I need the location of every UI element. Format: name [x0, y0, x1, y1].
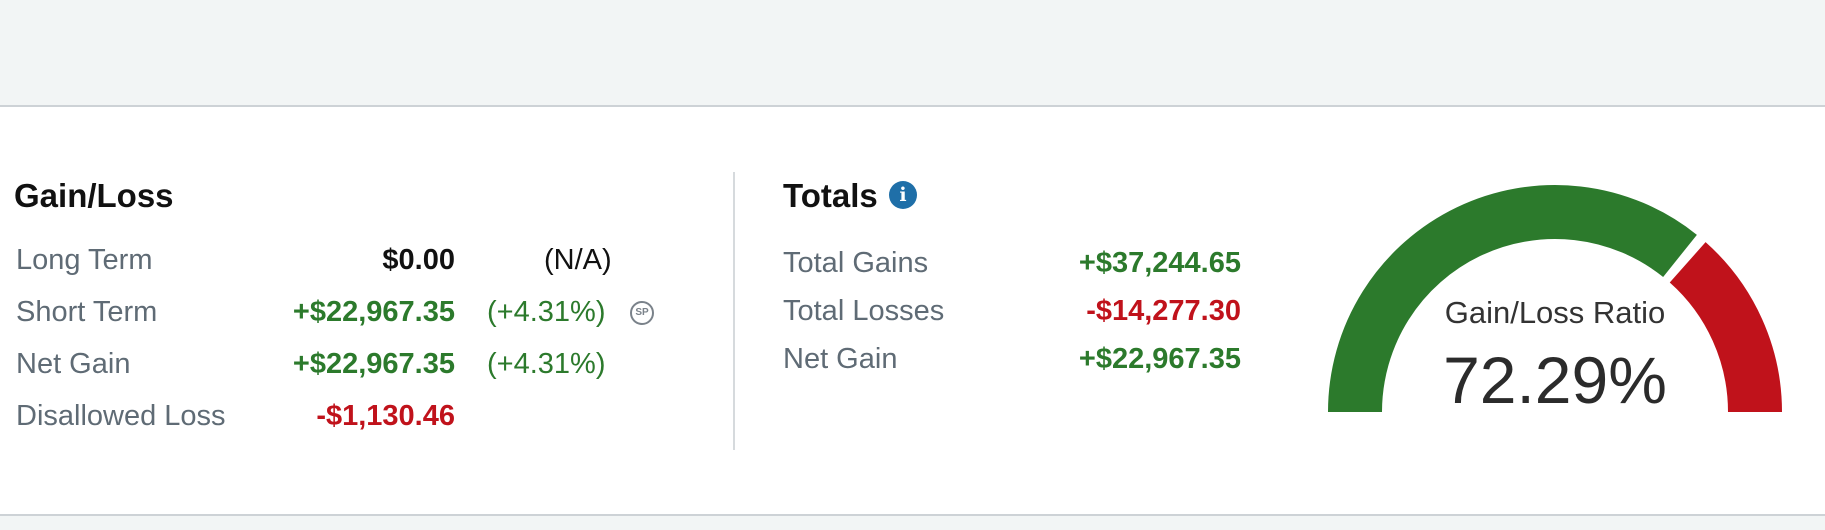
net-gain-pct: (+4.31%)	[487, 348, 606, 380]
net-gain-label: Net Gain	[16, 348, 131, 380]
long-term-value: $0.00	[382, 244, 455, 276]
long-term-pct: (N/A)	[544, 244, 612, 276]
total-gains-label: Total Gains	[783, 247, 929, 279]
gauge-label: Gain/Loss Ratio	[1444, 295, 1666, 330]
bottom-band	[0, 516, 1825, 530]
gauge-value: 72.29%	[1443, 343, 1667, 417]
disallowed-loss-label: Disallowed Loss	[16, 400, 226, 432]
net-gain-value: +$22,967.35	[292, 348, 455, 380]
info-icon[interactable]: i	[889, 181, 917, 209]
total-gains-value: +$37,244.65	[1078, 247, 1241, 279]
totals-net-gain-value: +$22,967.35	[1078, 343, 1241, 375]
section-divider	[733, 172, 735, 450]
total-losses-value: -$14,277.30	[1086, 295, 1241, 327]
disallowed-loss-value: -$1,130.46	[316, 400, 455, 432]
top-band	[0, 0, 1825, 107]
gain-loss-title: Gain/Loss	[14, 177, 174, 214]
totals-title: Totals	[783, 177, 878, 214]
sp-badge-icon[interactable]: SP	[630, 301, 654, 325]
short-term-label: Short Term	[16, 296, 158, 328]
long-term-label: Long Term	[16, 244, 153, 276]
totals-net-gain-label: Net Gain	[783, 343, 898, 375]
total-losses-label: Total Losses	[783, 295, 945, 327]
short-term-pct: (+4.31%)	[487, 296, 606, 328]
short-term-value: +$22,967.35	[292, 296, 455, 328]
